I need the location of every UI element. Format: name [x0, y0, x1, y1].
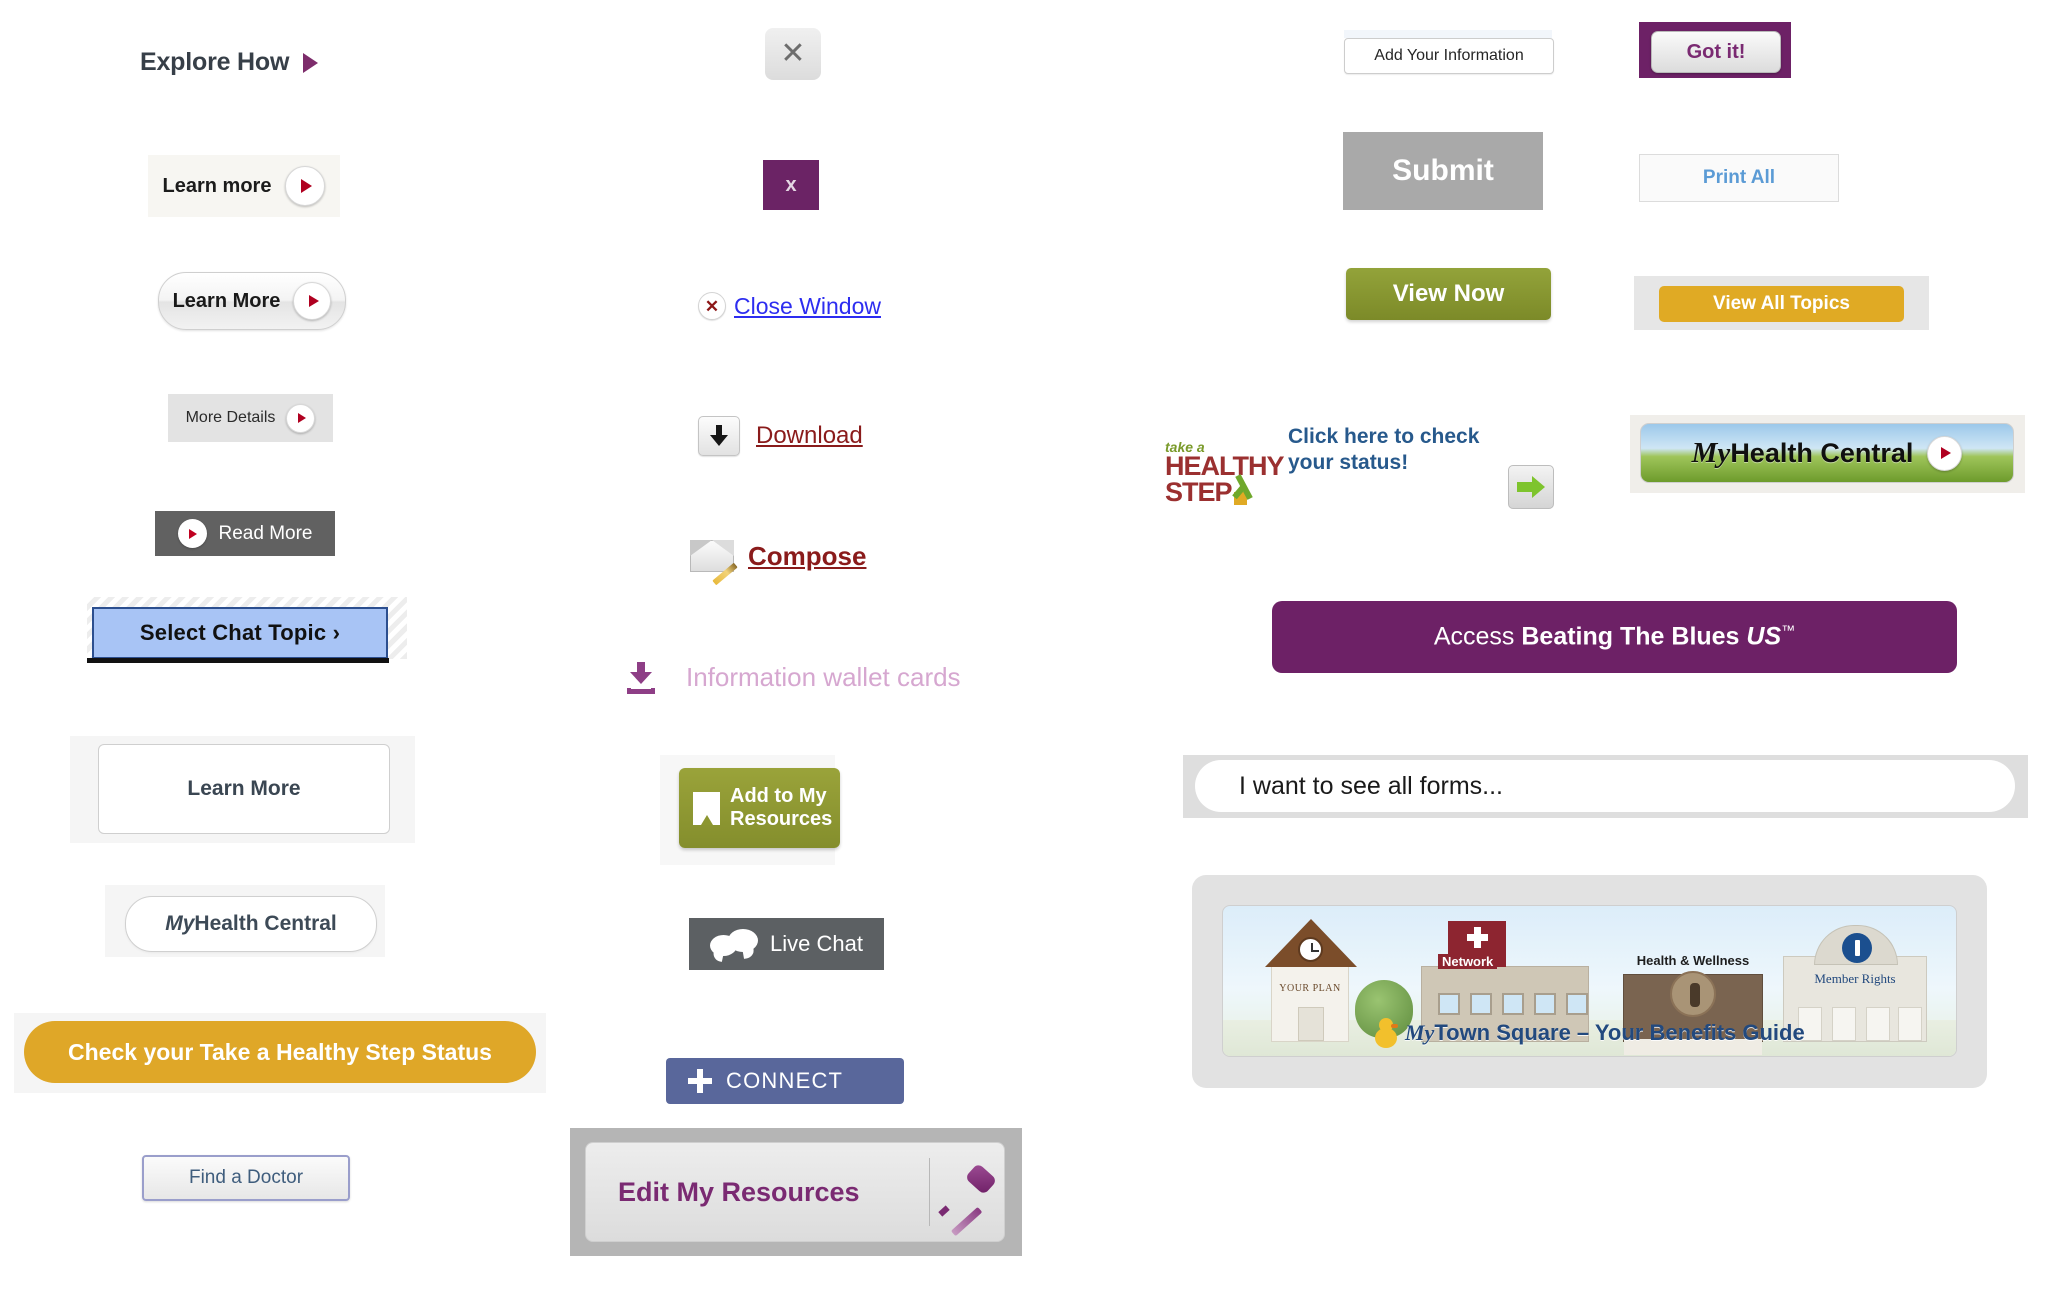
more-details-label: More Details — [185, 409, 276, 426]
network-label: Network — [1438, 954, 1498, 969]
add-your-information-button[interactable]: Add Your Information — [1344, 38, 1554, 74]
take-a-healthy-step-logo: take a HEALTHY STEP — [1165, 440, 1285, 515]
duck-icon — [1375, 1018, 1398, 1048]
read-more-button[interactable]: Read More — [155, 511, 335, 556]
beating-the-blues-button[interactable]: Access Beating The Blues US™ — [1272, 601, 1957, 673]
myhealth-central-pill-button[interactable]: MyHealth Central — [125, 896, 377, 952]
arrow-right-icon — [1517, 476, 1545, 498]
explore-how-label: Explore How — [140, 48, 290, 76]
view-now-button[interactable]: View Now — [1346, 268, 1551, 320]
live-chat-button[interactable]: Live Chat — [689, 918, 884, 970]
myhealth-central-banner-label: MyHealth Central — [1691, 436, 1914, 469]
select-chat-topic-underline — [87, 658, 389, 663]
select-chat-topic-label: Select Chat Topic › — [139, 620, 341, 645]
information-wallet-cards-link[interactable]: Information wallet cards — [626, 660, 961, 694]
learn-more-pill-label: Learn More — [172, 289, 281, 312]
add-your-information-topline — [1344, 30, 1552, 38]
health-wellness-label: Health & Wellness — [1636, 953, 1750, 968]
got-it-label: Got it! — [1686, 40, 1746, 63]
close-window-label: Close Window — [734, 292, 881, 319]
myhealth-central-banner[interactable]: MyHealth Central — [1640, 423, 2014, 483]
print-all-label: Print All — [1702, 167, 1776, 188]
play-circle-icon — [285, 166, 326, 206]
checkmark-icon — [1231, 473, 1260, 505]
add-to-my-resources-button[interactable]: Add to My Resources — [679, 768, 840, 848]
close-window-link[interactable]: ✕ Close Window — [698, 292, 881, 320]
forms-search-input[interactable]: I want to see all forms... — [1195, 760, 2015, 812]
connect-button[interactable]: CONNECT — [666, 1058, 904, 1104]
play-circle-icon — [177, 519, 207, 548]
chat-bubbles-icon — [710, 929, 759, 959]
play-circle-icon — [1927, 435, 1963, 471]
download-tray-icon — [626, 660, 656, 694]
mytown-square-banner[interactable]: YOUR PLAN Network Health & Wellness Memb… — [1222, 905, 1957, 1057]
got-it-button[interactable]: Got it! — [1651, 31, 1781, 73]
your-plan-label: YOUR PLAN — [1279, 983, 1341, 994]
explore-how-heading[interactable]: Explore How — [140, 48, 319, 77]
beating-the-blues-label: Access Beating The Blues US™ — [1433, 622, 1796, 651]
play-circle-icon — [286, 403, 316, 433]
select-chat-topic-button[interactable]: Select Chat Topic › — [92, 607, 388, 659]
read-more-label: Read More — [218, 522, 313, 544]
more-details-button[interactable]: More Details — [168, 394, 333, 442]
find-a-doctor-label: Find a Doctor — [188, 1167, 304, 1188]
envelope-pencil-icon — [690, 540, 738, 586]
learn-more-flat-label: Learn more — [162, 174, 272, 197]
healthy-step-status-button[interactable]: Check your Take a Healthy Step Status — [24, 1021, 536, 1083]
compose-label: Compose — [748, 540, 867, 571]
learn-more-boxed-button[interactable]: Learn More — [98, 744, 390, 834]
view-all-topics-button[interactable]: View All Topics — [1659, 286, 1904, 322]
healthy-step-promo-label: Click here to check your status! — [1288, 425, 1480, 475]
play-circle-icon — [293, 282, 332, 320]
logo-healthy-label: HEALTHY — [1165, 451, 1285, 481]
triangle-right-icon — [303, 52, 319, 73]
learn-more-pill-button[interactable]: Learn More — [158, 272, 346, 330]
logo-step-label: STEP — [1165, 477, 1233, 507]
edit-my-resources-label: Edit My Resources — [618, 1176, 860, 1207]
print-all-button[interactable]: Print All — [1639, 154, 1839, 202]
bookmark-icon — [693, 791, 720, 825]
submit-button[interactable]: Submit — [1343, 132, 1543, 210]
myhealth-central-pill-label: MyHealth Central — [165, 912, 337, 935]
close-icon: x — [785, 173, 797, 196]
healthy-step-arrow-button[interactable] — [1508, 465, 1554, 509]
close-button-purple[interactable]: x — [763, 160, 819, 210]
healthy-step-status-label: Check your Take a Healthy Step Status — [68, 1038, 492, 1065]
your-plan-building-graphic: YOUR PLAN — [1265, 919, 1357, 1042]
submit-label: Submit — [1392, 154, 1494, 187]
view-all-topics-label: View All Topics — [1713, 293, 1850, 314]
screwdriver-icon — [930, 1160, 1004, 1237]
live-chat-label: Live Chat — [770, 931, 863, 956]
close-icon: ✕ — [780, 37, 806, 70]
download-label: Download — [756, 422, 863, 449]
plus-icon — [688, 1069, 712, 1093]
download-link[interactable]: Download — [698, 416, 863, 456]
view-now-label: View Now — [1392, 280, 1505, 307]
close-button-grey[interactable]: ✕ — [765, 28, 821, 80]
healthy-step-promo-message: Click here to check your status! — [1288, 424, 1518, 477]
mytown-square-caption: MyTown Square – Your Benefits Guide — [1405, 1020, 1805, 1045]
add-your-information-label: Add Your Information — [1374, 47, 1524, 64]
find-a-doctor-button[interactable]: Find a Doctor — [142, 1155, 350, 1201]
download-arrow-icon — [698, 416, 740, 456]
member-rights-label: Member Rights — [1814, 971, 1896, 986]
edit-my-resources-button[interactable]: Edit My Resources — [585, 1142, 1005, 1242]
compose-link[interactable]: Compose — [690, 540, 867, 586]
learn-more-flat-button[interactable]: Learn more — [148, 155, 340, 217]
close-circle-icon: ✕ — [698, 292, 726, 320]
learn-more-boxed-label: Learn More — [187, 777, 301, 800]
add-to-my-resources-label: Add to My Resources — [730, 784, 833, 830]
connect-label: CONNECT — [726, 1068, 844, 1093]
forms-input-value: I want to see all forms... — [1239, 771, 1503, 800]
information-wallet-cards-label: Information wallet cards — [686, 661, 961, 692]
